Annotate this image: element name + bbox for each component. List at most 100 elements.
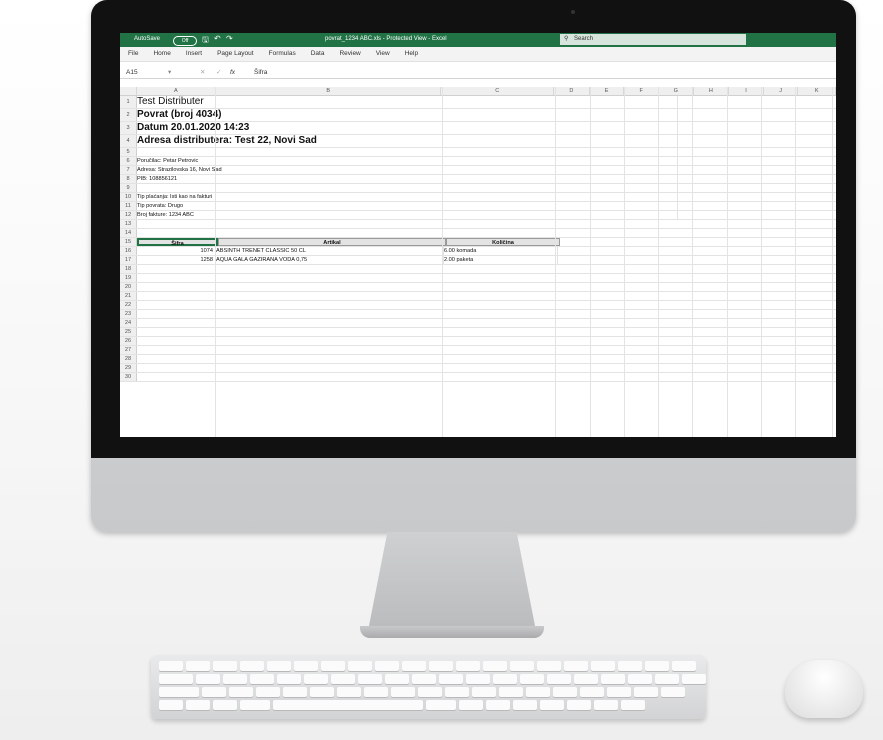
- key: [472, 687, 496, 697]
- cell-artikal[interactable]: ABSINTH TRENET CLASSIC 50 CL: [216, 247, 444, 255]
- row-header[interactable]: 8: [120, 175, 137, 183]
- row-header[interactable]: 30: [120, 373, 137, 381]
- header-cell-artikal[interactable]: Artikal: [218, 238, 446, 246]
- col-header-e[interactable]: E: [590, 87, 625, 95]
- select-all-corner[interactable]: [120, 87, 137, 95]
- row-header[interactable]: 19: [120, 274, 137, 282]
- function-icon[interactable]: fx: [230, 67, 235, 78]
- col-header-b[interactable]: B: [216, 87, 442, 95]
- header-cell-sifra[interactable]: Šifra: [137, 238, 218, 247]
- key: [402, 661, 426, 671]
- key: [537, 661, 561, 671]
- row-header[interactable]: 14: [120, 229, 137, 237]
- monitor-stand-foot: [360, 626, 544, 638]
- undo-icon[interactable]: ↶: [214, 34, 221, 43]
- col-header-c[interactable]: C: [441, 87, 555, 95]
- enter-icon[interactable]: ✓: [216, 67, 221, 78]
- row-header[interactable]: 23: [120, 310, 137, 318]
- save-icon[interactable]: 🖫: [202, 34, 209, 48]
- key: [283, 687, 307, 697]
- row-header[interactable]: 10: [120, 193, 137, 201]
- menu-data[interactable]: Data: [311, 47, 325, 61]
- cell-a4[interactable]: Adresa distributera: Test 22, Novi Sad: [137, 135, 678, 147]
- col-header-i[interactable]: I: [729, 87, 764, 95]
- cell-kolicina[interactable]: 6.00 komada: [444, 247, 558, 255]
- row-header[interactable]: 5: [120, 148, 137, 156]
- row-header[interactable]: 25: [120, 328, 137, 336]
- row-header[interactable]: 21: [120, 292, 137, 300]
- row-header[interactable]: 27: [120, 346, 137, 354]
- key: [601, 674, 625, 684]
- row-header[interactable]: 18: [120, 265, 137, 273]
- cell-a3[interactable]: Datum 20.01.2020 14:23: [137, 122, 678, 134]
- row-header[interactable]: 1: [120, 96, 137, 108]
- row-header[interactable]: 20: [120, 283, 137, 291]
- cell-artikal[interactable]: AQUA GALA GAZIRANA VODA 0,75: [216, 256, 444, 264]
- formula-input[interactable]: Šifra: [254, 67, 267, 78]
- row-header[interactable]: 6: [120, 157, 137, 165]
- sheet-row: 8 PIB: 108856121: [120, 175, 836, 184]
- menu-file[interactable]: File: [128, 47, 138, 61]
- key: [526, 687, 550, 697]
- cell-a6[interactable]: Poručilac: Petar Petrovic: [137, 157, 678, 165]
- cell-kolicina[interactable]: 2.00 paketa: [444, 256, 558, 264]
- name-box-dropdown-icon[interactable]: ▾: [168, 67, 171, 78]
- cell-a7[interactable]: Adresa: Strazilovska 16, Novi Sad: [137, 166, 678, 174]
- row-header[interactable]: 3: [120, 122, 137, 134]
- row-header[interactable]: 15: [120, 238, 137, 246]
- sheet-row: 27: [120, 346, 836, 355]
- col-header-h[interactable]: H: [694, 87, 730, 95]
- autosave-toggle[interactable]: Off: [173, 36, 197, 46]
- key: [618, 661, 642, 671]
- row-header[interactable]: 22: [120, 301, 137, 309]
- col-header-f[interactable]: F: [624, 87, 659, 95]
- menu-insert[interactable]: Insert: [186, 47, 202, 61]
- cell-sifra[interactable]: 1074: [137, 247, 216, 255]
- menu-view[interactable]: View: [376, 47, 390, 61]
- cell-a12[interactable]: Broj fakture: 1234 ABC: [137, 211, 678, 219]
- row-header[interactable]: 26: [120, 337, 137, 345]
- cell-a2[interactable]: Povrat (broj 4034): [137, 109, 678, 121]
- cell-a1[interactable]: Test Distributer: [137, 96, 678, 108]
- ribbon-menu: File Home Insert Page Layout Formulas Da…: [120, 47, 836, 62]
- key: [547, 674, 571, 684]
- key: [391, 687, 415, 697]
- row-header[interactable]: 16: [120, 247, 137, 255]
- row-header[interactable]: 13: [120, 220, 137, 228]
- row-header[interactable]: 28: [120, 355, 137, 363]
- row-header[interactable]: 9: [120, 184, 137, 192]
- menu-help[interactable]: Help: [405, 47, 418, 61]
- search-box[interactable]: ⚲ Search: [560, 34, 746, 45]
- row-header[interactable]: 24: [120, 319, 137, 327]
- col-header-g[interactable]: G: [659, 87, 694, 95]
- name-box[interactable]: A15: [126, 67, 138, 78]
- header-cell-kolicina[interactable]: Količina: [446, 238, 560, 246]
- key: [240, 661, 264, 671]
- col-header-k[interactable]: K: [798, 87, 836, 95]
- row-header[interactable]: 11: [120, 202, 137, 210]
- menu-review[interactable]: Review: [339, 47, 360, 61]
- menu-formulas[interactable]: Formulas: [269, 47, 296, 61]
- menu-page-layout[interactable]: Page Layout: [217, 47, 254, 61]
- row-header[interactable]: 4: [120, 135, 137, 147]
- sheet-row: 26: [120, 337, 836, 346]
- cell-a10[interactable]: Tip plaćanja: Isti kao na fakturi: [137, 193, 678, 201]
- menu-home[interactable]: Home: [153, 47, 170, 61]
- cell-a11[interactable]: Tip povrata: Drugo: [137, 202, 678, 210]
- col-header-d[interactable]: D: [554, 87, 590, 95]
- col-header-j[interactable]: J: [764, 87, 799, 95]
- cell-a9[interactable]: [137, 184, 678, 192]
- row-header[interactable]: 7: [120, 166, 137, 174]
- cancel-icon[interactable]: ✕: [200, 67, 205, 78]
- redo-icon[interactable]: ↷: [226, 34, 233, 43]
- col-header-a[interactable]: A: [137, 87, 216, 95]
- cell-a5[interactable]: [137, 148, 678, 156]
- formula-bar: A15 ▾ ✕ ✓ fx Šifra: [120, 67, 836, 79]
- row-header[interactable]: 17: [120, 256, 137, 264]
- cell-sifra[interactable]: 1258: [137, 256, 216, 264]
- row-header[interactable]: 12: [120, 211, 137, 219]
- cell-a8[interactable]: PIB: 108856121: [137, 175, 678, 183]
- row-header[interactable]: 2: [120, 109, 137, 121]
- key: [645, 661, 669, 671]
- row-header[interactable]: 29: [120, 364, 137, 372]
